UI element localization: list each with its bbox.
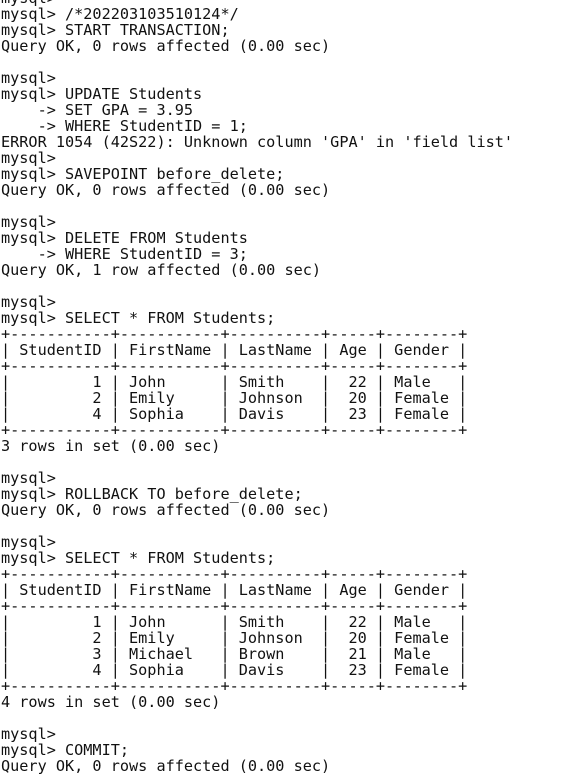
terminal-line: -> SET GPA = 3.95 (1, 101, 194, 119)
terminal-line: mysql> (1, 469, 56, 487)
terminal-line: | 2 | Emily | Johnson | 20 | Female | (1, 389, 468, 407)
terminal-line: Query OK, 0 rows affected (0.00 sec) (1, 501, 331, 519)
terminal-line: ERROR 1054 (42S22): Unknown column 'GPA'… (1, 133, 514, 151)
terminal-line: | 3 | Michael | Brown | 21 | Male | (1, 645, 468, 663)
terminal-line: mysql> SELECT * FROM Students; (1, 549, 276, 567)
terminal-line: -> WHERE StudentID = 1; (1, 117, 248, 135)
terminal-line: mysql> (1, 725, 56, 743)
terminal-line: mysql> (1, 533, 56, 551)
terminal-line: mysql> SELECT * FROM Students; (1, 309, 276, 327)
terminal-line: mysql> SAVEPOINT before_delete; (1, 165, 285, 183)
terminal-line: +-----------+-----------+----------+----… (1, 421, 468, 439)
terminal-line: mysql> /*202203103510124*/ (1, 5, 239, 23)
terminal-line: Query OK, 0 rows affected (0.00 sec) (1, 757, 331, 775)
terminal-line: +-----------+-----------+----------+----… (1, 677, 468, 695)
terminal-line: 3 rows in set (0.00 sec) (1, 437, 221, 455)
terminal-line: Query OK, 0 rows affected (0.00 sec) (1, 181, 331, 199)
terminal-line: mysql> COMMIT; (1, 741, 130, 759)
terminal-line: mysql> ROLLBACK TO before_delete; (1, 485, 303, 503)
terminal-line: mysql> DELETE FROM Students (1, 229, 248, 247)
terminal-line: mysql> (1, 213, 56, 231)
terminal-line: mysql> (1, 293, 56, 311)
terminal-line: mysql> (1, 149, 56, 167)
terminal-line: +-----------+-----------+----------+----… (1, 357, 468, 375)
terminal-line: Query OK, 0 rows affected (0.00 sec) (1, 37, 331, 55)
terminal-line: | 2 | Emily | Johnson | 20 | Female | (1, 629, 468, 647)
terminal-line: Query OK, 1 row affected (0.00 sec) (1, 261, 322, 279)
terminal-line: mysql> UPDATE Students (1, 85, 203, 103)
terminal-line: mysql> (1, 69, 56, 87)
terminal-line: mysql> START TRANSACTION; (1, 21, 230, 39)
terminal-line: -> WHERE StudentID = 3; (1, 245, 248, 263)
terminal-line: | 4 | Sophia | Davis | 23 | Female | (1, 661, 468, 679)
terminal-line: | StudentID | FirstName | LastName | Age… (1, 581, 468, 599)
terminal-line: +-----------+-----------+----------+----… (1, 597, 468, 615)
terminal-line: +-----------+-----------+----------+----… (1, 325, 468, 343)
terminal-line: 4 rows in set (0.00 sec) (1, 693, 221, 711)
terminal-line: +-----------+-----------+----------+----… (1, 565, 468, 583)
terminal-line: | 1 | John | Smith | 22 | Male | (1, 373, 468, 391)
terminal-output[interactable]: mysql>mysql> /*202203103510124*/mysql> S… (0, 0, 584, 774)
terminal-line: | 1 | John | Smith | 22 | Male | (1, 613, 468, 631)
terminal-line: | StudentID | FirstName | LastName | Age… (1, 341, 468, 359)
terminal-line: | 4 | Sophia | Davis | 23 | Female | (1, 405, 468, 423)
